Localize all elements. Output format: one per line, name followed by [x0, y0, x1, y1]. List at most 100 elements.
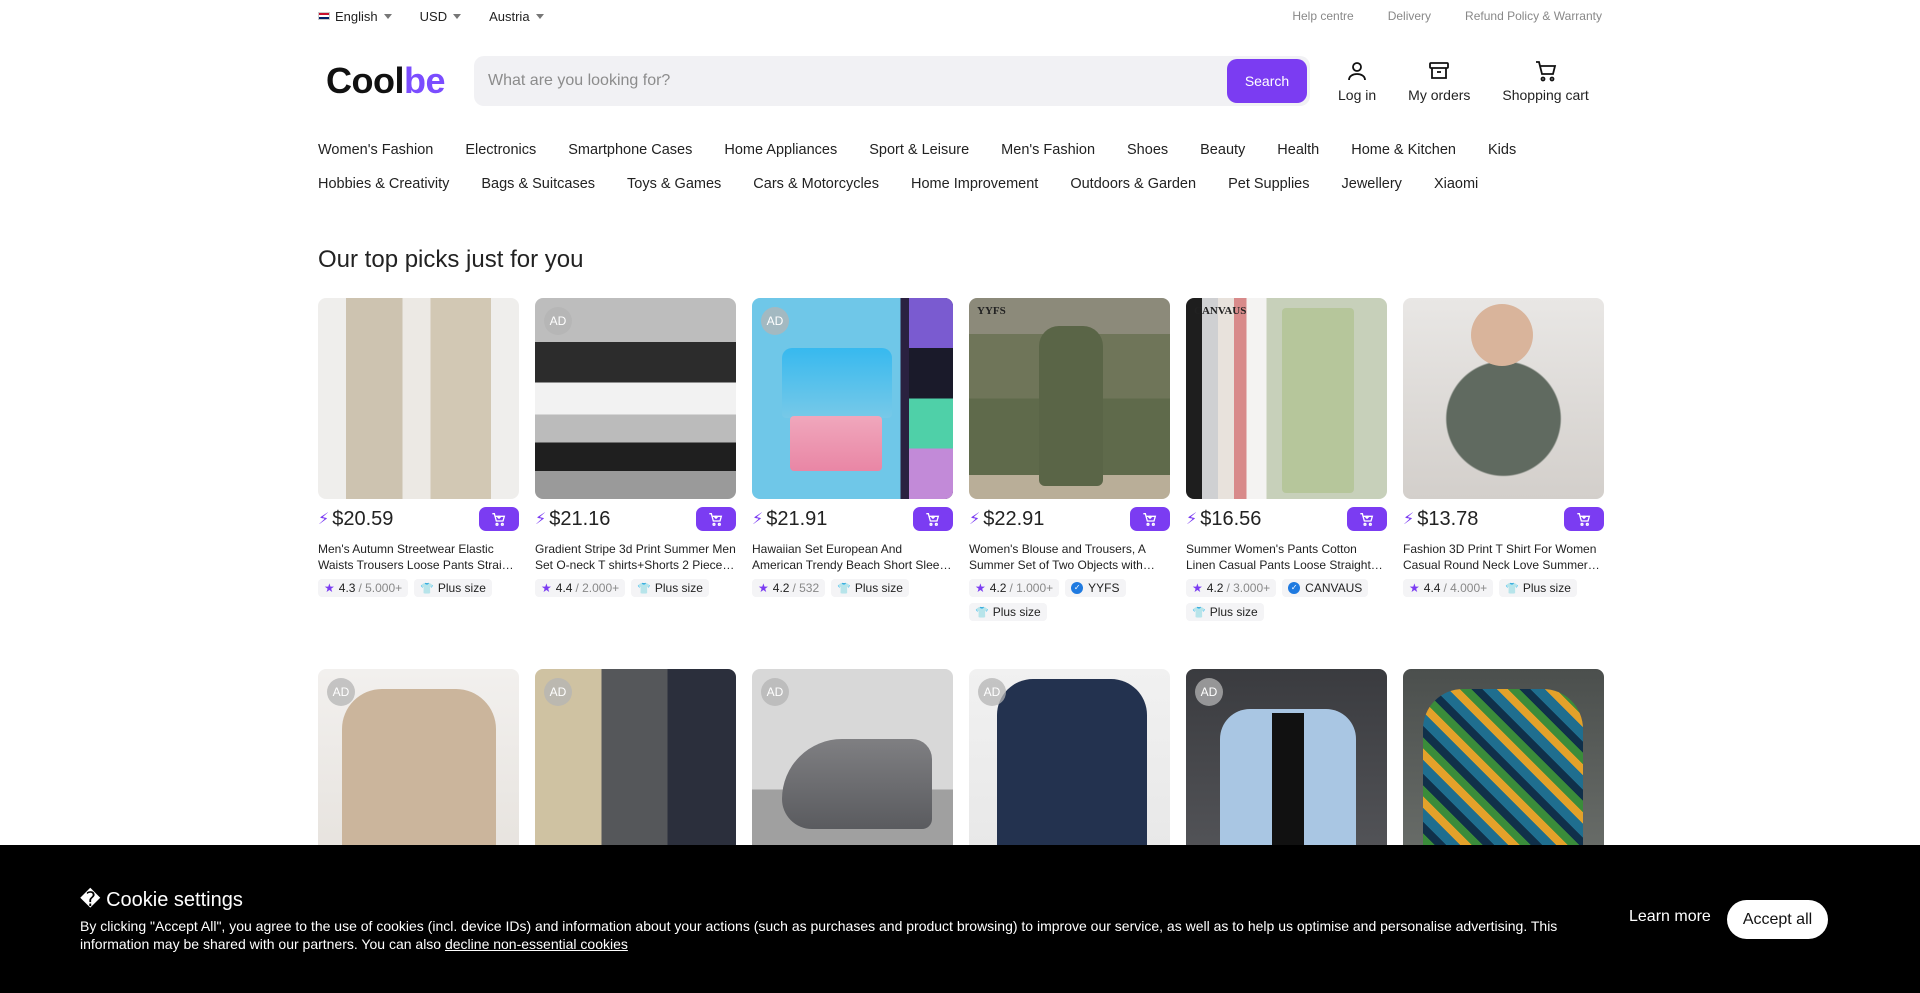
shopping-cart-button[interactable]: Shopping cart — [1502, 59, 1589, 103]
product-title[interactable]: Women's Blouse and Trousers, A Summer Se… — [969, 541, 1170, 573]
category-link[interactable]: Electronics — [465, 142, 536, 158]
product-image[interactable]: YYFS — [969, 298, 1170, 499]
product-title[interactable]: Gradient Stripe 3d Print Summer Men Set … — [535, 541, 736, 573]
product-image[interactable] — [1403, 669, 1604, 870]
tshirt-icon: 👕 — [1505, 582, 1519, 595]
help-centre-link[interactable]: Help centre — [1292, 9, 1353, 23]
chevron-down-icon — [453, 13, 462, 19]
add-to-cart-button[interactable] — [913, 507, 953, 531]
learn-more-link[interactable]: Learn more — [1629, 908, 1711, 926]
category-link[interactable]: Shoes — [1127, 142, 1168, 158]
cart-icon — [1535, 61, 1556, 82]
category-link[interactable]: Home Improvement — [911, 176, 1038, 192]
currency-selector[interactable]: USD — [420, 9, 462, 24]
tshirt-icon: 👕 — [837, 582, 851, 595]
brand-chip[interactable]: ✓ CANVAUS — [1282, 579, 1369, 597]
plus-size-label: Plus size — [1209, 605, 1258, 619]
product-title[interactable]: Hawaiian Set European And American Trend… — [752, 541, 953, 573]
category-link[interactable]: Toys & Games — [627, 176, 721, 192]
add-to-cart-button[interactable] — [1130, 507, 1170, 531]
rating-chip: ★ 4.3/ 5.000+ — [318, 579, 409, 597]
plus-size-label: Plus size — [1522, 581, 1571, 595]
add-to-cart-button[interactable] — [1564, 507, 1604, 531]
ad-badge: AD — [327, 678, 355, 706]
country-selector[interactable]: Austria — [489, 9, 544, 24]
login-button[interactable]: Log in — [1338, 59, 1376, 103]
category-link[interactable]: Home & Kitchen — [1351, 142, 1456, 158]
cart-plus-icon — [492, 513, 506, 526]
product-card[interactable]: AD ⚡ $21.16 Gradient Stripe 3d Print Sum… — [535, 298, 736, 621]
rating-value: 4.2 — [989, 581, 1007, 595]
cart-plus-icon — [1143, 513, 1157, 526]
product-card[interactable]: AD ⚡ $21.91 Hawaiian Set European And Am… — [752, 298, 953, 621]
category-link[interactable]: Bags & Suitcases — [481, 176, 595, 192]
category-link[interactable]: Beauty — [1200, 142, 1245, 158]
product-image[interactable]: AD — [1186, 669, 1387, 870]
language-selector[interactable]: English — [318, 9, 392, 24]
category-link[interactable]: Women's Fashion — [318, 142, 433, 158]
category-link[interactable]: Jewellery — [1342, 176, 1402, 192]
plus-size-label: Plus size — [437, 581, 486, 595]
product-title[interactable]: Fashion 3D Print T Shirt For Women Casua… — [1403, 541, 1604, 573]
ad-badge: AD — [978, 678, 1006, 706]
add-to-cart-button[interactable] — [1347, 507, 1387, 531]
search-input[interactable] — [488, 72, 1227, 90]
decline-cookies-link[interactable]: decline non-essential cookies — [445, 936, 628, 952]
my-orders-button[interactable]: My orders — [1408, 59, 1470, 103]
category-link[interactable]: Smartphone Cases — [568, 142, 692, 158]
brand-chip[interactable]: ✓ YYFS — [1065, 579, 1126, 597]
accept-all-button[interactable]: Accept all — [1727, 900, 1828, 939]
product-image[interactable]: AD — [752, 669, 953, 870]
user-icon — [1348, 62, 1366, 81]
product-image[interactable] — [318, 298, 519, 499]
product-card[interactable]: AD — [318, 669, 519, 870]
category-link[interactable]: Pet Supplies — [1228, 176, 1309, 192]
product-image[interactable]: CANVAUS — [1186, 298, 1387, 499]
tshirt-icon: 👕 — [637, 582, 651, 595]
category-link[interactable]: Hobbies & Creativity — [318, 176, 449, 192]
ad-badge: AD — [544, 678, 572, 706]
product-card[interactable]: ⚡ $13.78 Fashion 3D Print T Shirt For Wo… — [1403, 298, 1604, 621]
product-image[interactable]: AD — [535, 669, 736, 870]
price-row: ⚡ $16.56 — [1186, 507, 1387, 531]
cookie-body: By clicking "Accept All", you agree to t… — [80, 918, 1558, 952]
delivery-link[interactable]: Delivery — [1388, 9, 1431, 23]
product-image[interactable]: AD — [318, 669, 519, 870]
category-link[interactable]: Health — [1277, 142, 1319, 158]
category-link[interactable]: Kids — [1488, 142, 1516, 158]
category-link[interactable]: Xiaomi — [1434, 176, 1478, 192]
product-image[interactable] — [1403, 298, 1604, 499]
category-link[interactable]: Outdoors & Garden — [1070, 176, 1196, 192]
product-card[interactable]: CANVAUS ⚡ $16.56 Summer Women's Pants Co… — [1186, 298, 1387, 621]
product-title[interactable]: Summer Women's Pants Cotton Linen Casual… — [1186, 541, 1387, 573]
product-card[interactable]: ⚡ $20.59 Men's Autumn Streetwear Elastic… — [318, 298, 519, 621]
review-count: / 2.000+ — [575, 581, 620, 595]
category-link[interactable]: Men's Fashion — [1001, 142, 1095, 158]
product-card[interactable]: AD — [535, 669, 736, 870]
category-link[interactable]: Sport & Leisure — [869, 142, 969, 158]
category-link[interactable]: Home Appliances — [724, 142, 837, 158]
refund-policy-link[interactable]: Refund Policy & Warranty — [1465, 9, 1602, 23]
product-card[interactable]: AD — [1186, 669, 1387, 870]
search-bar: Search — [474, 56, 1310, 106]
product-card[interactable]: YYFS ⚡ $22.91 Women's Blouse and Trouser… — [969, 298, 1170, 621]
coolbe-logo[interactable]: Coolbe — [318, 60, 474, 102]
product-grid-row-1: ⚡ $20.59 Men's Autumn Streetwear Elastic… — [318, 298, 1604, 621]
product-price: $21.16 — [549, 507, 611, 530]
rating-value: 4.3 — [338, 581, 356, 595]
product-card[interactable]: AD — [752, 669, 953, 870]
product-card[interactable]: AD — [969, 669, 1170, 870]
product-card[interactable] — [1403, 669, 1604, 870]
product-meta: ★ 4.2/ 1.000+ ✓ YYFS 👕 Plus size — [969, 579, 1170, 621]
product-image[interactable]: AD — [969, 669, 1170, 870]
rating-chip: ★ 4.4/ 4.000+ — [1403, 579, 1494, 597]
product-title[interactable]: Men's Autumn Streetwear Elastic Waists T… — [318, 541, 519, 573]
search-button[interactable]: Search — [1227, 59, 1307, 103]
category-link[interactable]: Cars & Motorcycles — [753, 176, 879, 192]
add-to-cart-button[interactable] — [696, 507, 736, 531]
product-price: $22.91 — [983, 507, 1045, 530]
add-to-cart-button[interactable] — [479, 507, 519, 531]
product-image[interactable]: AD — [752, 298, 953, 499]
review-count-value: 5.000+ — [365, 581, 403, 595]
product-image[interactable]: AD — [535, 298, 736, 499]
